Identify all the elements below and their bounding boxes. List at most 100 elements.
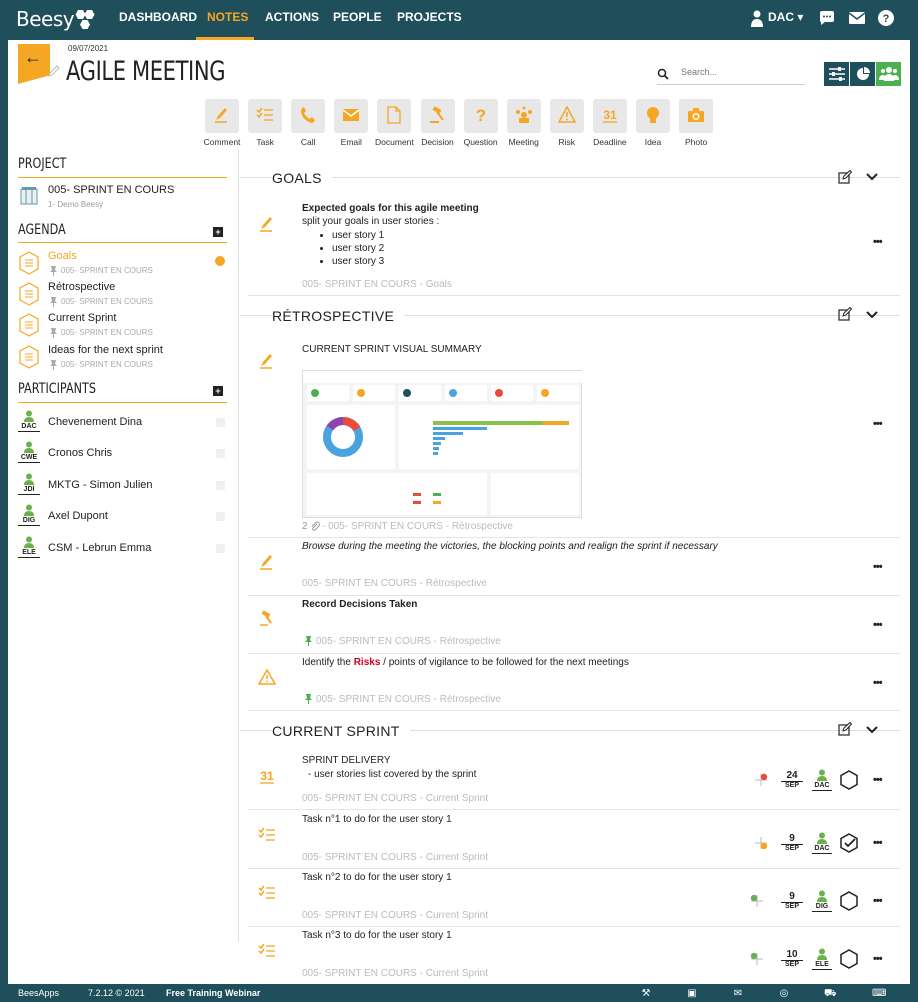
tool-question-button[interactable]: ? [463,99,498,133]
attachment-count[interactable]: 2 [302,521,308,532]
help-icon[interactable]: ? [878,10,894,26]
edit-title-icon[interactable] [47,64,61,78]
attendance-checkbox[interactable] [216,449,225,458]
nav-projects[interactable]: PROJECTS [397,10,462,24]
priority-icon[interactable] [750,894,764,908]
note-menu-button[interactable]: ••• [873,953,883,965]
app-logo[interactable]: Beesy [16,7,75,31]
search-icon [657,68,669,80]
note-menu-button[interactable]: ••• [873,561,883,573]
briefcase-icon[interactable]: ▣ [686,988,698,1000]
tool-photo-label[interactable]: Photo [671,137,721,147]
due-month: SEP [781,781,803,790]
due-date-badge[interactable]: 24 SEP [781,771,803,790]
tool-idea-button[interactable] [636,99,670,133]
note-meta: 005- SPRINT EN COURS - Current Sprint [302,852,488,863]
note-menu-button[interactable]: ••• [873,837,883,849]
due-date-badge[interactable]: 9 SEP [781,892,803,911]
status-open-icon[interactable] [840,770,858,790]
nav-notes[interactable]: NOTES [207,10,248,24]
participant-name[interactable]: Cronos Chris [48,447,112,459]
note-menu-button[interactable]: ••• [873,677,883,689]
edit-section-icon[interactable] [838,307,852,321]
tool-task-button[interactable] [248,99,283,133]
divider [18,402,227,403]
tool-document-button[interactable] [377,99,412,133]
nav-people[interactable]: PEOPLE [333,10,382,24]
participant-name[interactable]: CSM - Lebrun Emma [48,542,151,554]
due-date-badge[interactable]: 9 SEP [781,834,803,853]
keyboard-icon[interactable]: ⌨ [872,988,886,1000]
list-item: user story 2 [332,242,384,255]
note-meta: - 005- SPRINT EN COURS - Rétrospective [322,521,513,532]
attendance-checkbox[interactable] [216,481,225,490]
status-done-icon[interactable] [840,833,858,853]
comment-note-icon [260,555,272,570]
note-menu-button[interactable]: ••• [873,236,883,248]
cart-icon[interactable]: ⛟ [824,988,837,1000]
add-participant-button[interactable]: + [213,386,223,396]
assignee-avatar[interactable]: DAC [812,832,832,854]
tool-meeting-button[interactable] [506,99,541,133]
calendar-icon: 31 [602,108,617,123]
note-menu-button[interactable]: ••• [873,774,883,786]
chat-icon[interactable] [819,11,835,26]
edit-section-icon[interactable] [838,722,852,736]
support-icon[interactable]: ◎ [778,988,790,1000]
participant-name[interactable]: Axel Dupont [48,510,108,522]
agenda-item-title[interactable]: Ideas for the next sprint [48,344,163,356]
nav-dashboard[interactable]: DASHBOARD [119,10,197,24]
attendance-checkbox[interactable] [216,544,225,553]
tool-risk-button[interactable] [549,99,584,133]
add-agenda-button[interactable]: + [213,227,223,237]
tool-photo-button[interactable] [679,99,714,133]
assignee-avatar[interactable]: ELE [812,948,832,970]
project-name[interactable]: 005- SPRINT EN COURS [48,184,174,196]
participant-name[interactable]: MKTG - Simon Julien [48,479,153,491]
agenda-item-title[interactable]: Rétrospective [48,281,115,293]
priority-icon[interactable] [750,952,764,966]
participant-name[interactable]: Chevenement Dina [48,416,142,428]
sliders-icon [829,67,845,81]
attendance-checkbox[interactable] [216,418,225,427]
webinar-link[interactable]: Free Training Webinar [166,988,260,998]
chevron-down-icon[interactable] [866,309,878,321]
search-input[interactable] [681,67,801,77]
note-menu-button[interactable]: ••• [873,418,883,430]
chevron-down-icon[interactable] [866,724,878,736]
assignee-avatar[interactable]: DIG [812,890,832,912]
agenda-view-button[interactable] [850,62,876,86]
tool-call-button[interactable] [291,99,326,133]
settings-button[interactable] [824,62,850,86]
status-open-icon[interactable] [840,949,858,969]
assignee-avatar[interactable]: DAC [812,769,832,791]
svg-text:?: ? [475,106,485,124]
edit-section-icon[interactable] [838,170,852,184]
tool-decision-button[interactable] [420,99,455,133]
due-month: SEP [781,960,803,969]
back-arrow-icon[interactable]: ← [24,47,42,68]
note-menu-button[interactable]: ••• [873,619,883,631]
user-menu[interactable]: DAC ▾ [768,10,803,24]
hammer-icon[interactable]: ⚒ [640,988,652,1000]
due-date-badge[interactable]: 10 SEP [781,950,803,969]
participants-view-button[interactable] [876,62,902,86]
agenda-item-title[interactable]: Current Sprint [48,312,116,324]
sprint-summary-thumbnail[interactable] [302,370,583,518]
footer-brand[interactable]: BeesApps [18,988,59,998]
note-menu-button[interactable]: ••• [873,895,883,907]
priority-icon[interactable] [754,836,768,850]
tool-comment-button[interactable] [205,99,239,133]
priority-icon[interactable] [754,773,768,787]
attendance-checkbox[interactable] [216,512,225,521]
tool-email-button[interactable] [334,99,369,133]
envelope-icon[interactable]: ✉ [732,988,744,1000]
mail-icon[interactable] [849,12,865,24]
agenda-item-title[interactable]: Goals [48,250,77,262]
tool-deadline-button[interactable]: 31 [592,99,627,133]
note-text: Browse during the meeting the victories,… [302,541,718,552]
chevron-down-icon[interactable] [866,171,878,183]
nav-actions[interactable]: ACTIONS [265,10,319,24]
section-title-goals: GOALS [272,170,332,186]
status-open-icon[interactable] [840,891,858,911]
